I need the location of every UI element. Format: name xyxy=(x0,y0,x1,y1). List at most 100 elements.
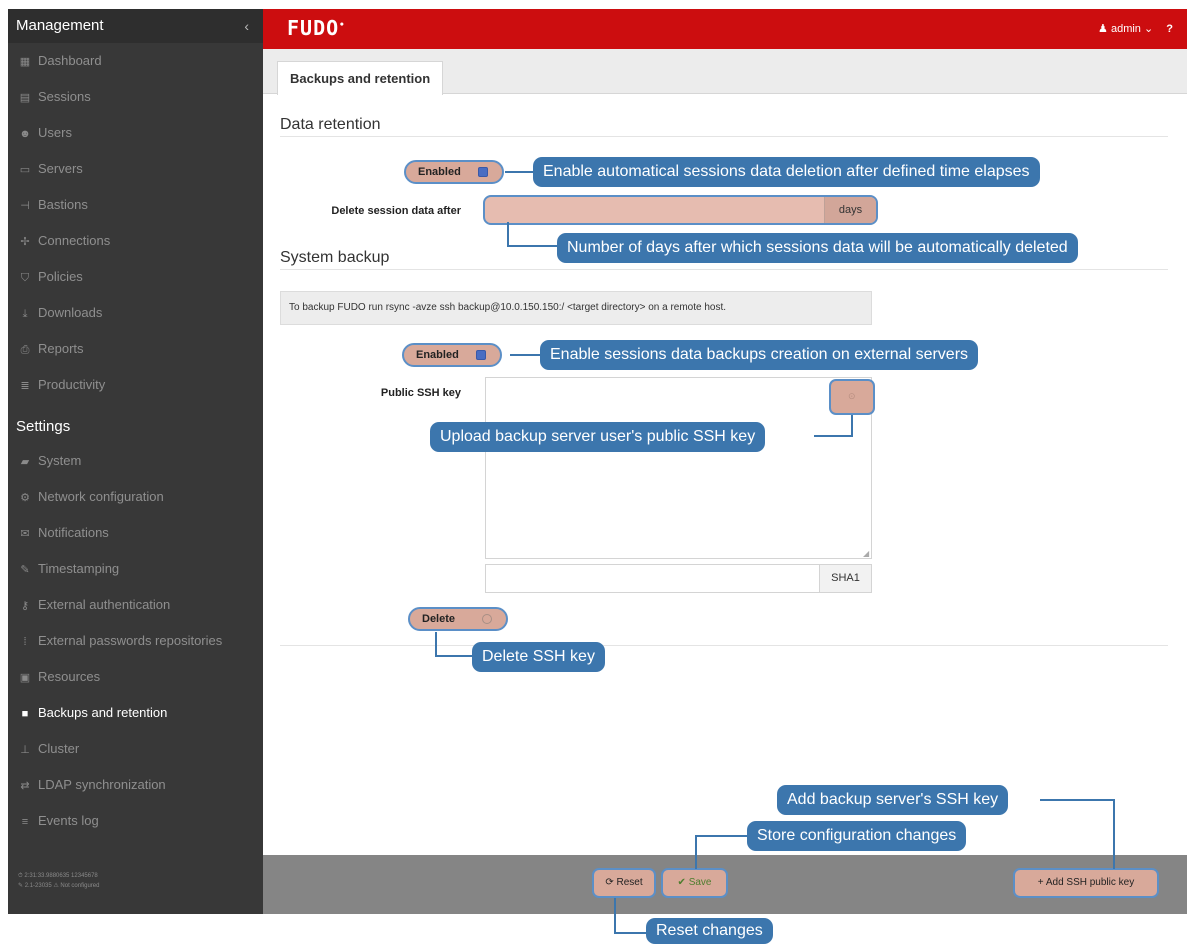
sidebar-item-label: System xyxy=(38,453,82,468)
sidebar-item-label: Sessions xyxy=(38,89,91,104)
public-key-textarea[interactable] xyxy=(485,377,872,559)
checkbox-checked-icon xyxy=(476,350,486,360)
cogs-icon: ⚙ xyxy=(20,492,30,504)
check-icon: ✔ xyxy=(677,877,686,888)
divider xyxy=(280,269,1168,270)
callout-connector xyxy=(435,655,472,657)
envelope-icon: ✉ xyxy=(20,528,30,540)
key-icon: ⚷ xyxy=(20,600,30,612)
users-icon: ☻ xyxy=(19,128,31,140)
sidebar-item-notifications[interactable]: ✉ Notifications xyxy=(8,515,263,551)
user-name: admin xyxy=(1110,23,1141,35)
callout-enable-backups: Enable sessions data backups creation on… xyxy=(540,340,979,370)
sidebar-item-connections[interactable]: ✢ Connections xyxy=(8,223,263,259)
sidebar: Management ‹ ▦ Dashboard ▤ Sessions ☻ Users… xyxy=(8,9,263,914)
callout-connector xyxy=(1113,799,1115,869)
days-addon: days xyxy=(824,197,876,223)
backup-enabled-checkbox[interactable]: Enabled xyxy=(402,343,502,367)
add-ssh-key-button[interactable]: + Add SSH public key xyxy=(1013,868,1159,898)
callout-store-changes: Store configuration changes xyxy=(747,821,967,851)
callout-days-info: Number of days after which sessions data… xyxy=(557,233,1078,263)
sidebar-item-network[interactable]: ⚙ Network configuration xyxy=(8,479,263,515)
sidebar-item-resources[interactable]: ▣ Resources xyxy=(8,659,263,695)
callout-enable-retention: Enable automatical sessions data deletio… xyxy=(533,157,1040,187)
reset-button[interactable]: ⟳ Reset xyxy=(592,868,656,898)
dashboard-icon: ▦ xyxy=(19,56,31,68)
sidebar-item-dashboard[interactable]: ▦ Dashboard xyxy=(8,43,263,79)
data-retention-title: Data retention xyxy=(280,116,381,133)
tab-backups-and-retention[interactable]: Backups and retention xyxy=(277,61,444,95)
callout-connector xyxy=(614,898,616,934)
sidebar-item-ldap[interactable]: ⇄ LDAP synchronization xyxy=(8,767,263,803)
save-button[interactable]: ✔ Save xyxy=(661,868,728,898)
connections-icon: ✢ xyxy=(20,236,30,248)
retention-enabled-checkbox[interactable]: Enabled xyxy=(404,160,504,184)
list-icon: ≡ xyxy=(21,816,29,828)
folder-icon: ▰ xyxy=(20,456,30,468)
callout-connector xyxy=(614,932,646,934)
callout-connector xyxy=(507,245,557,247)
callout-connector xyxy=(507,222,509,247)
save-label: Save xyxy=(688,877,712,888)
delete-label: Delete xyxy=(422,613,456,625)
sidebar-item-bastions[interactable]: ⊣ Bastions xyxy=(8,187,263,223)
sidebar-item-external-auth[interactable]: ⚷ External authentication xyxy=(8,587,263,623)
sidebar-settings-header: Settings xyxy=(8,409,263,445)
sidebar-item-cluster[interactable]: ⊥ Cluster xyxy=(8,731,263,767)
version-info: ⏱ 2:31:33.9880635 12345678 ✎ 2.1-23035 ⚠… xyxy=(18,871,99,891)
help-icon[interactable]: ? xyxy=(1166,23,1173,35)
edit-icon: ✎ xyxy=(20,564,30,576)
sidebar-item-servers[interactable]: ▭ Servers xyxy=(8,151,263,187)
callout-connector xyxy=(1040,799,1115,801)
divider xyxy=(280,645,1168,646)
delete-after-input[interactable]: days xyxy=(483,195,878,225)
callout-connector xyxy=(814,435,853,437)
callout-connector xyxy=(505,171,533,173)
top-bar: FUDO• ♟ admin ⌄ ? xyxy=(263,9,1187,49)
checkbox-checked-icon xyxy=(478,167,488,177)
public-key-label: Public SSH key xyxy=(380,387,461,399)
sidebar-item-label: Downloads xyxy=(38,305,103,320)
sidebar-item-backups[interactable]: ■ Backups and retention xyxy=(8,695,263,731)
enabled-label: Enabled xyxy=(418,166,461,178)
settings-title: Settings xyxy=(16,418,71,435)
fudo-logo: FUDO• xyxy=(287,16,346,40)
checkbox-unchecked-icon xyxy=(482,614,492,624)
chevron-left-icon[interactable]: ‹ xyxy=(244,9,249,43)
sidebar-item-system[interactable]: ▰ System xyxy=(8,443,263,479)
sha1-addon: SHA1 xyxy=(819,565,871,592)
exchange-icon: ⇄ xyxy=(20,780,30,792)
resize-handle-icon[interactable]: ◢ xyxy=(863,549,869,558)
sidebar-item-label: Network configuration xyxy=(38,489,164,504)
sidebar-item-label: Users xyxy=(38,125,72,140)
sidebar-item-label: Policies xyxy=(38,269,83,284)
refresh-icon: ⟳ xyxy=(605,877,614,888)
sidebar-item-productivity[interactable]: ≣ Productivity xyxy=(8,367,263,403)
servers-icon: ▭ xyxy=(19,164,31,176)
sessions-icon: ▤ xyxy=(19,92,31,104)
sidebar-item-timestamping[interactable]: ✎ Timestamping xyxy=(8,551,263,587)
upload-icon: ⊙ xyxy=(848,391,856,401)
sidebar-item-label: Cluster xyxy=(38,741,80,756)
user-menu[interactable]: ♟ admin ⌄ ? xyxy=(1098,22,1173,35)
download-icon: ⤓ xyxy=(22,308,28,320)
sidebar-item-users[interactable]: ☻ Users xyxy=(8,115,263,151)
callout-connector xyxy=(851,415,853,437)
upload-key-button[interactable]: ⊙ xyxy=(829,379,875,415)
sidebar-item-events-log[interactable]: ≡ Events log xyxy=(8,803,263,839)
callout-connector xyxy=(695,835,747,837)
sidebar-item-label: LDAP synchronization xyxy=(38,777,166,792)
grid-icon: ⁞ xyxy=(23,636,27,648)
uptime-text: ⏱ 2:31:33.9880635 12345678 xyxy=(18,873,98,879)
sidebar-item-reports[interactable]: ⎙ Reports xyxy=(8,331,263,367)
sidebar-item-sessions[interactable]: ▤ Sessions xyxy=(8,79,263,115)
sidebar-item-downloads[interactable]: ⤓ Downloads xyxy=(8,295,263,331)
tab-bar: Backups and retention xyxy=(263,49,1187,95)
callout-connector xyxy=(435,632,437,657)
sidebar-item-policies[interactable]: ⛉ Policies xyxy=(8,259,263,295)
reports-icon: ⎙ xyxy=(20,344,30,356)
sidebar-item-label: Timestamping xyxy=(38,561,120,576)
sidebar-item-external-passwords[interactable]: ⁞ External passwords repositories xyxy=(8,623,263,659)
delete-key-checkbox[interactable]: Delete xyxy=(408,607,508,631)
callout-connector xyxy=(510,354,540,356)
